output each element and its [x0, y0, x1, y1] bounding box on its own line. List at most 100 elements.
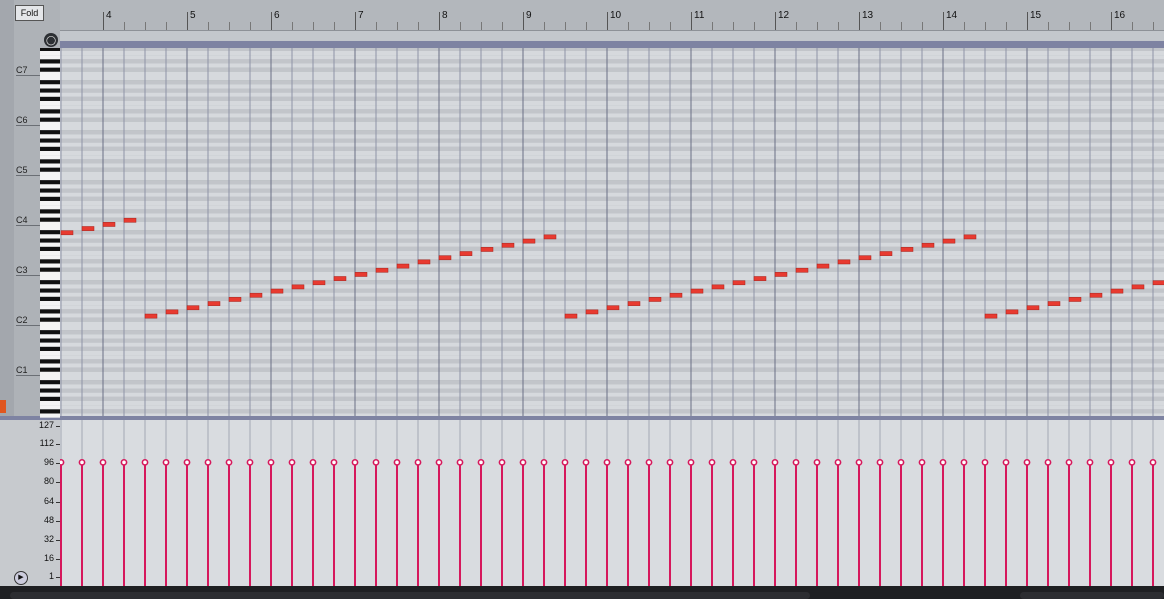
midi-note[interactable] — [985, 314, 997, 318]
pitch-row[interactable] — [60, 347, 1164, 351]
midi-note[interactable] — [775, 272, 787, 276]
pitch-row[interactable] — [60, 288, 1164, 292]
pitch-row[interactable] — [60, 109, 1164, 113]
midi-note[interactable] — [313, 281, 325, 285]
piano-key[interactable] — [40, 309, 60, 313]
midi-note[interactable] — [901, 247, 913, 251]
piano-key[interactable] — [40, 338, 60, 342]
pitch-row[interactable] — [60, 143, 1164, 147]
midi-note[interactable] — [334, 276, 346, 280]
velocity-handle[interactable] — [1108, 460, 1113, 465]
pitch-row[interactable] — [60, 213, 1164, 217]
velocity-handle[interactable] — [226, 460, 231, 465]
velocity-handle[interactable] — [793, 460, 798, 465]
midi-note[interactable] — [838, 260, 850, 264]
pitch-row[interactable] — [60, 151, 1164, 155]
midi-note[interactable] — [502, 243, 514, 247]
midi-note[interactable] — [1153, 281, 1164, 285]
horizontal-scrollbar-right[interactable] — [1020, 592, 1164, 599]
piano-key[interactable] — [40, 51, 60, 55]
pitch-row[interactable] — [60, 188, 1164, 192]
piano-key[interactable] — [40, 213, 60, 217]
piano-key[interactable] — [40, 238, 60, 242]
piano-key[interactable] — [40, 72, 60, 76]
velocity-handle[interactable] — [247, 460, 252, 465]
midi-note[interactable] — [964, 235, 976, 239]
pitch-row[interactable] — [60, 68, 1164, 72]
piano-key[interactable] — [40, 351, 60, 355]
velocity-handle[interactable] — [289, 460, 294, 465]
midi-note[interactable] — [61, 231, 73, 235]
pitch-row[interactable] — [60, 64, 1164, 68]
velocity-handle[interactable] — [499, 460, 504, 465]
pitch-row[interactable] — [60, 72, 1164, 76]
pitch-row[interactable] — [60, 59, 1164, 63]
piano-key[interactable] — [40, 97, 60, 101]
piano-key[interactable] — [40, 234, 60, 238]
pitch-row[interactable] — [60, 272, 1164, 276]
piano-key[interactable] — [40, 343, 60, 347]
midi-note[interactable] — [1132, 285, 1144, 289]
velocity-handle[interactable] — [79, 460, 84, 465]
pitch-row[interactable] — [60, 238, 1164, 242]
piano-key[interactable] — [40, 413, 60, 417]
velocity-handle[interactable] — [730, 460, 735, 465]
piano-key[interactable] — [40, 218, 60, 222]
piano-key[interactable] — [40, 376, 60, 380]
piano-key[interactable] — [40, 205, 60, 209]
velocity-handle[interactable] — [667, 460, 672, 465]
piano-key[interactable] — [40, 147, 60, 151]
pitch-row[interactable] — [60, 393, 1164, 397]
midi-note[interactable] — [166, 310, 178, 314]
pitch-row[interactable] — [60, 247, 1164, 251]
piano-key[interactable] — [40, 55, 60, 59]
piano-key[interactable] — [40, 109, 60, 113]
piano-key[interactable] — [40, 222, 60, 226]
velocity-handle[interactable] — [1129, 460, 1134, 465]
pitch-row[interactable] — [60, 326, 1164, 330]
piano-key[interactable] — [40, 230, 60, 234]
velocity-handle[interactable] — [625, 460, 630, 465]
midi-note[interactable] — [712, 285, 724, 289]
piano-key[interactable] — [40, 268, 60, 272]
piano-key[interactable] — [40, 355, 60, 359]
clip-active-indicator[interactable] — [0, 400, 6, 413]
velocity-handle[interactable] — [121, 460, 126, 465]
velocity-handle[interactable] — [268, 460, 273, 465]
midi-note[interactable] — [292, 285, 304, 289]
midi-note[interactable] — [943, 239, 955, 243]
piano-key[interactable] — [40, 334, 60, 338]
velocity-handle[interactable] — [1024, 460, 1029, 465]
piano-key[interactable] — [40, 288, 60, 292]
midi-note[interactable] — [670, 293, 682, 297]
pitch-row[interactable] — [60, 122, 1164, 126]
velocity-handle[interactable] — [142, 460, 147, 465]
pitch-row[interactable] — [60, 318, 1164, 322]
midi-note[interactable] — [796, 268, 808, 272]
pitch-row[interactable] — [60, 263, 1164, 267]
piano-key[interactable] — [40, 93, 60, 97]
velocity-handle[interactable] — [394, 460, 399, 465]
velocity-handle[interactable] — [814, 460, 819, 465]
pitch-row[interactable] — [60, 322, 1164, 326]
pitch-row[interactable] — [60, 48, 1164, 51]
midi-note[interactable] — [733, 281, 745, 285]
piano-key[interactable] — [40, 184, 60, 188]
pitch-row[interactable] — [60, 388, 1164, 392]
pitch-row[interactable] — [60, 368, 1164, 372]
pitch-row[interactable] — [60, 243, 1164, 247]
velocity-handle[interactable] — [436, 460, 441, 465]
piano-key[interactable] — [40, 180, 60, 184]
piano-key[interactable] — [40, 363, 60, 367]
midi-note[interactable] — [355, 272, 367, 276]
velocity-handle[interactable] — [1150, 460, 1155, 465]
piano-key[interactable] — [40, 401, 60, 405]
pitch-row[interactable] — [60, 134, 1164, 138]
pitch-row[interactable] — [60, 297, 1164, 301]
midi-note[interactable] — [145, 314, 157, 318]
velocity-handle[interactable] — [1003, 460, 1008, 465]
midi-note[interactable] — [271, 289, 283, 293]
fold-button[interactable]: Fold — [15, 5, 44, 21]
velocity-lane-background[interactable] — [60, 420, 1164, 586]
loop-brace[interactable] — [60, 41, 1164, 48]
